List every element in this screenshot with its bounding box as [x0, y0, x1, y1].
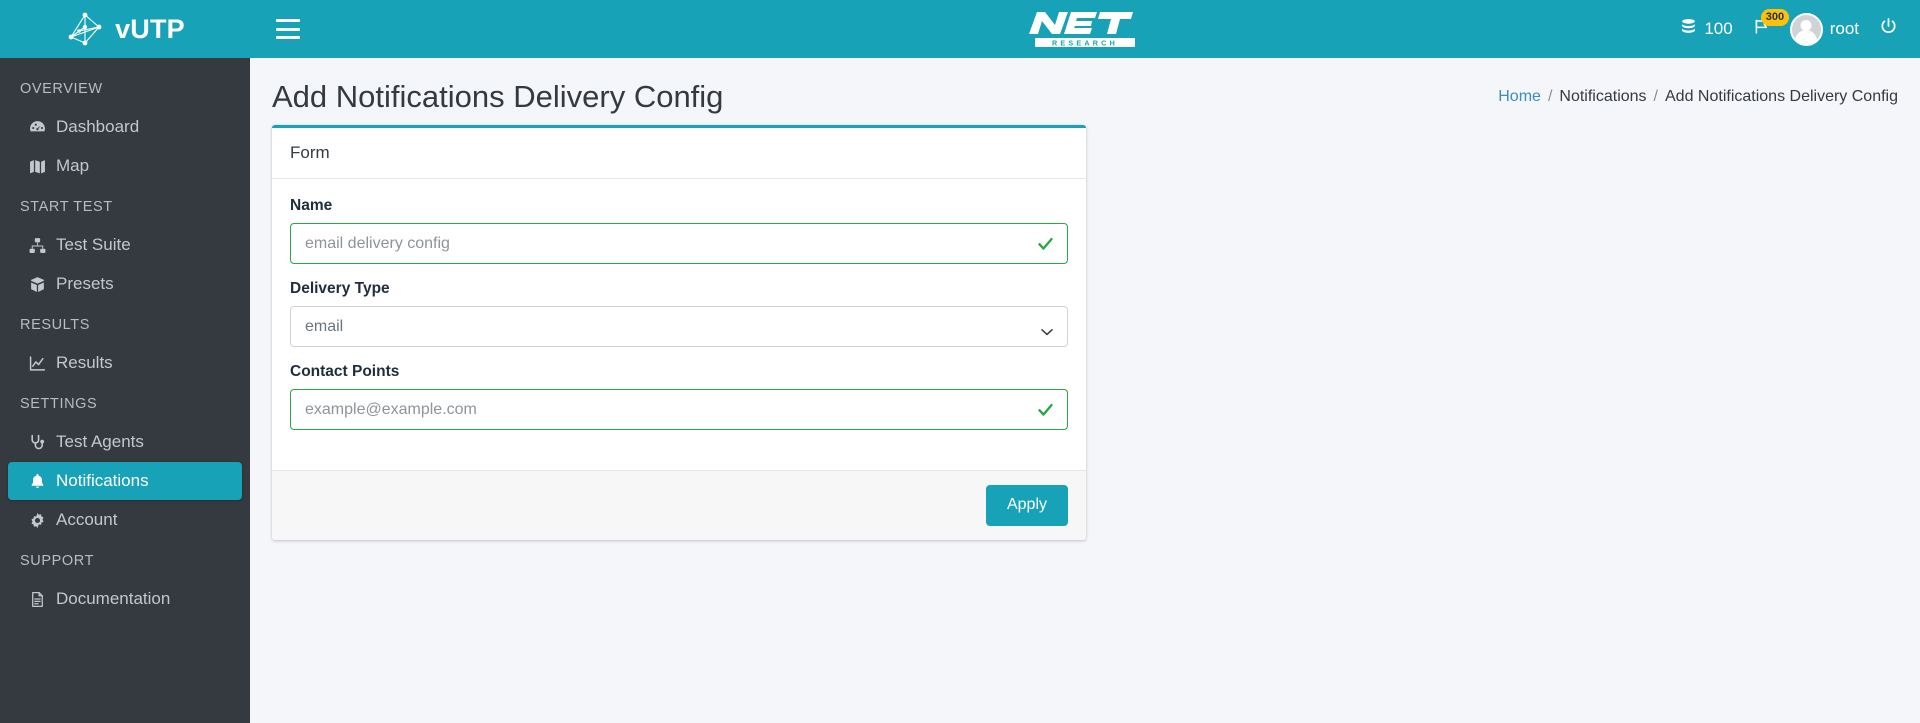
- topbar: RESEARCH 100 300 root: [250, 0, 1920, 58]
- sidebar-item-test-suite[interactable]: Test Suite: [8, 226, 242, 264]
- sidebar-section-settings: SETTINGS: [20, 396, 98, 412]
- power-icon: [1879, 17, 1898, 41]
- sitemap-icon: [28, 236, 47, 255]
- hamburger-icon[interactable]: [276, 19, 300, 39]
- field-contact-points: Contact Points: [290, 363, 1068, 431]
- sidebar-item-label: Test Agents: [56, 432, 144, 451]
- box-icon: [28, 275, 47, 294]
- svg-text:RESEARCH: RESEARCH: [1052, 38, 1118, 47]
- page-title: Add Notifications Delivery Config: [272, 79, 724, 114]
- brand-logo-link[interactable]: vUTP: [0, 0, 250, 58]
- username-label: root: [1829, 19, 1859, 38]
- contact-points-input-wrap: [290, 389, 1068, 431]
- logout-button[interactable]: [1879, 17, 1898, 41]
- field-delivery-type: Delivery Type email: [290, 280, 1068, 348]
- sidebar-nav: OVERVIEW Dashboard Map START TEST Test S…: [0, 58, 250, 618]
- sidebar-section-results: RESULTS: [20, 317, 91, 333]
- sidebar-section-overview: OVERVIEW: [20, 81, 103, 97]
- chart-line-icon: [28, 354, 47, 373]
- map-icon: [28, 157, 47, 176]
- content: Form Name email delivery config Delivery…: [250, 125, 1920, 540]
- sidebar-item-label: Results: [56, 353, 113, 372]
- sidebar-section-support: SUPPORT: [20, 553, 95, 569]
- user-avatar-icon: [1789, 12, 1823, 46]
- file-text-icon: [28, 590, 47, 609]
- sidebar-item-documentation[interactable]: Documentation: [8, 580, 242, 618]
- breadcrumb-separator: /: [1547, 87, 1553, 105]
- credits-indicator[interactable]: 100: [1680, 18, 1733, 40]
- sidebar-item-label: Documentation: [56, 589, 171, 608]
- main-area: RESEARCH 100 300 root Add Notifications …: [250, 0, 1920, 723]
- delivery-type-select-wrap: email: [290, 306, 1068, 348]
- sidebar-item-account[interactable]: Account: [8, 501, 242, 539]
- flag-badge: 300: [1760, 9, 1790, 26]
- sidebar-item-label: Notifications: [56, 471, 149, 490]
- contact-points-label: Contact Points: [290, 363, 400, 381]
- sidebar-item-dashboard[interactable]: Dashboard: [8, 108, 242, 146]
- content-header: Add Notifications Delivery Config Home /…: [250, 58, 1920, 125]
- credits-value: 100: [1704, 19, 1733, 38]
- name-input-wrap: [290, 223, 1068, 265]
- sidebar-item-presets[interactable]: Presets: [8, 265, 242, 303]
- bell-icon: [28, 472, 47, 491]
- coins-icon: [1680, 18, 1697, 40]
- sidebar-item-map[interactable]: Map: [8, 147, 242, 185]
- sidebar-item-label: Presets: [56, 274, 114, 293]
- breadcrumb-item-notifications: Notifications: [1559, 87, 1647, 105]
- name-label: Name: [290, 197, 333, 215]
- form-card-body: Name Delivery Type: [272, 179, 1086, 470]
- sidebar: vUTP OVERVIEW Dashboard Map START TEST T…: [0, 0, 250, 723]
- name-input[interactable]: [290, 223, 1068, 265]
- breadcrumb: Home / Notifications / Add Notifications…: [1498, 88, 1898, 106]
- sidebar-item-test-agents[interactable]: Test Agents: [8, 423, 242, 461]
- topbar-right: 100 300 root: [1680, 9, 1898, 46]
- contact-points-input[interactable]: [290, 389, 1068, 431]
- apply-button[interactable]: Apply: [985, 485, 1068, 526]
- delivery-type-label: Delivery Type: [290, 280, 390, 298]
- stethoscope-icon: [28, 433, 47, 452]
- net-research-logo: RESEARCH: [250, 0, 1920, 58]
- app-root: vUTP OVERVIEW Dashboard Map START TEST T…: [0, 0, 1920, 723]
- delivery-type-select[interactable]: email: [290, 306, 1068, 348]
- gear-icon: [28, 511, 47, 530]
- field-name: Name: [290, 197, 1068, 265]
- flag-indicator[interactable]: 300: [1753, 9, 1790, 40]
- sidebar-item-label: Dashboard: [56, 117, 140, 136]
- dashboard-icon: [28, 118, 47, 137]
- breadcrumb-item-current: Add Notifications Delivery Config: [1665, 87, 1898, 105]
- net-logo-icon: RESEARCH: [1029, 12, 1135, 47]
- breadcrumb-separator: /: [1653, 87, 1658, 105]
- sidebar-item-label: Map: [56, 156, 90, 175]
- sidebar-item-notifications[interactable]: Notifications: [8, 462, 242, 500]
- form-card: Form Name email delivery config Delivery…: [272, 125, 1086, 540]
- form-card-footer: Apply: [272, 470, 1086, 540]
- brand-name: vUTP: [115, 13, 185, 44]
- sidebar-section-start-test: START TEST: [20, 199, 113, 215]
- form-card-header: Form: [272, 128, 1086, 180]
- network-graph-icon: [65, 11, 105, 47]
- sidebar-item-label: Account: [56, 510, 118, 529]
- sidebar-item-label: Test Suite: [56, 235, 131, 254]
- user-menu[interactable]: root: [1789, 12, 1859, 46]
- sidebar-item-results[interactable]: Results: [8, 344, 242, 382]
- breadcrumb-item-home[interactable]: Home: [1498, 88, 1541, 106]
